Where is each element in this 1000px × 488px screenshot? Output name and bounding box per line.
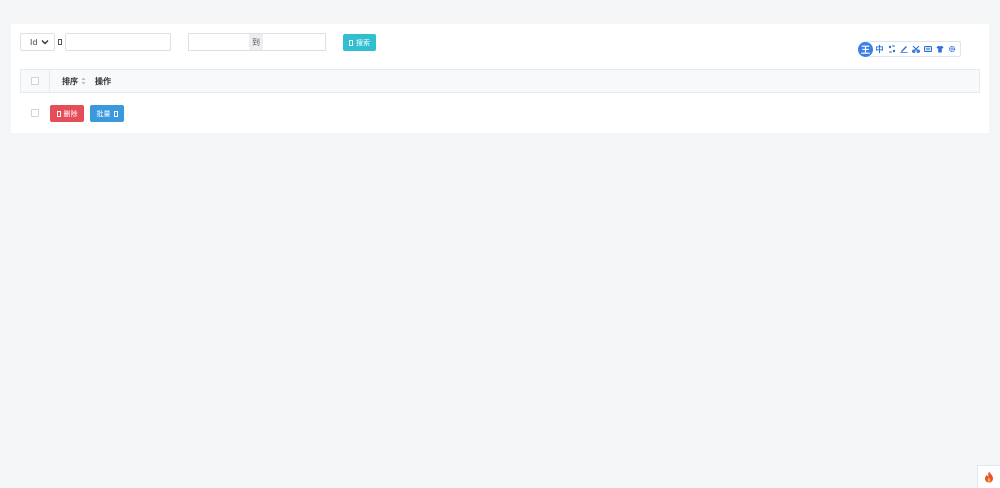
column-header-actions-label: 操作 [95,76,111,86]
field-select-value: Id [30,37,38,47]
batch-button-label: 批量 [96,110,111,118]
row-select-checkbox[interactable] [31,109,39,117]
sort-icon [81,77,86,85]
search-button-label: 搜索 [356,39,370,47]
field-select[interactable]: Id [20,33,55,51]
trash-icon [56,110,61,117]
select-all-checkbox[interactable] [31,77,39,85]
flame-icon [985,471,993,483]
content-panel: Id 到 搜索 排序 操作 删除 批量 王 中 [11,24,989,133]
search-icon [349,39,353,46]
pen-icon[interactable] [898,42,909,56]
gear-icon[interactable] [946,42,957,56]
keyboard-icon[interactable] [922,42,933,56]
keyword-input[interactable] [65,33,171,51]
input-method-toolbar: 王 中 [858,41,961,57]
table-header: 排序 操作 [20,69,980,93]
column-header-actions: 操作 [95,70,111,92]
flame-widget[interactable] [977,465,1000,488]
delete-button[interactable]: 删除 [50,105,84,122]
range-from-input[interactable] [188,33,249,51]
search-button[interactable]: 搜索 [343,34,376,51]
range-separator: 到 [249,33,263,51]
column-header-sort-label: 排序 [62,76,78,86]
missing-glyph-icon [57,33,63,51]
link-icon[interactable] [886,42,897,56]
range-to-input[interactable] [263,33,326,51]
range-filter: 到 [188,33,326,51]
ime-logo-icon[interactable]: 王 [858,41,873,57]
caret-icon [113,110,118,117]
batch-button[interactable]: 批量 [90,105,124,122]
shirt-icon[interactable] [934,42,945,56]
delete-button-label: 删除 [63,110,78,118]
header-divider [49,70,50,92]
chevron-down-icon [41,40,49,45]
column-header-sort[interactable]: 排序 [62,70,86,92]
scissors-icon[interactable] [910,42,921,56]
language-toggle[interactable]: 中 [874,42,885,56]
